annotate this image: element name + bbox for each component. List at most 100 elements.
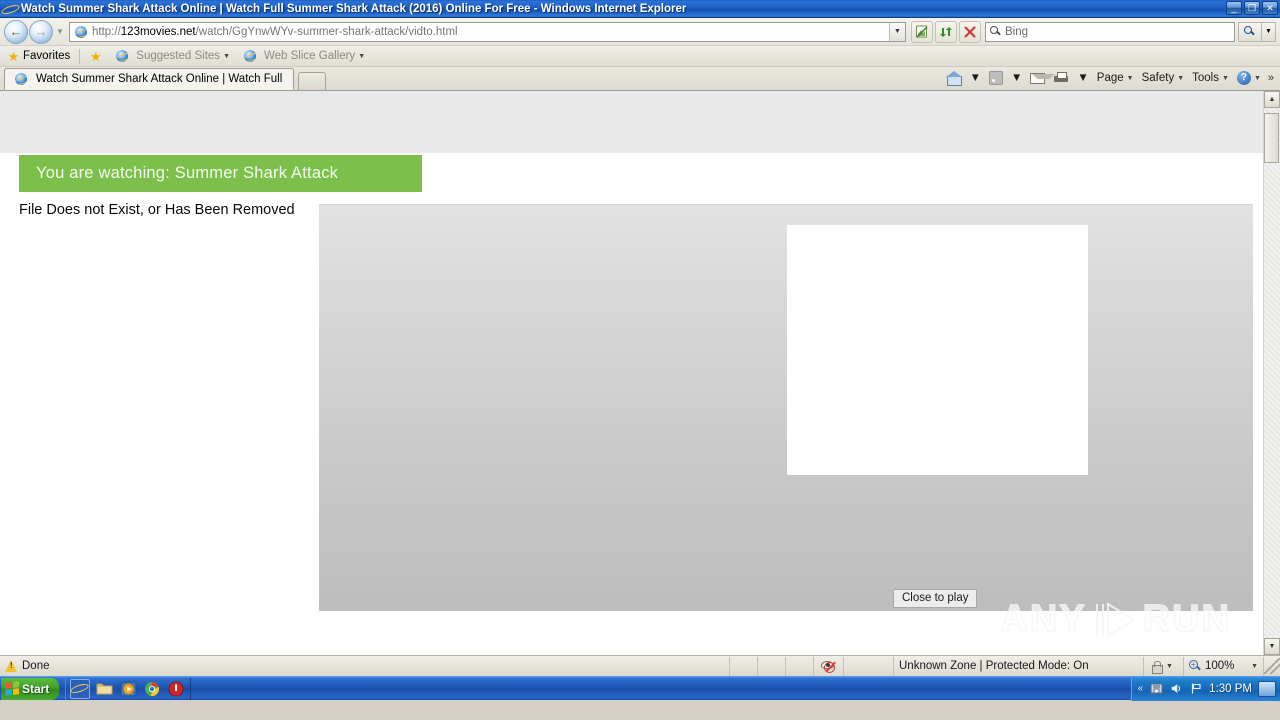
search-go-icon [1244,25,1256,38]
command-bar-overflow[interactable]: » [1266,72,1276,84]
chevron-down-icon: ▼ [223,52,230,60]
refresh-button[interactable] [935,20,957,43]
taskbar-item-google-chrome[interactable] [142,679,162,699]
warning-icon [5,660,18,672]
scroll-up-button[interactable]: ▲ [1264,91,1280,108]
file-missing-message: File Does not Exist, or Has Been Removed [19,202,295,218]
favorites-item-suggested-sites[interactable]: Suggested Sites ▼ [108,47,233,65]
page-menu[interactable]: Page ▼ [1094,69,1137,88]
chevron-down-icon: ▼ [1253,74,1261,82]
address-suffix: /watch/GgYnwWYv-summer-shark-attack/vidt… [195,25,458,38]
minimize-button[interactable]: _ [1226,1,1242,15]
forward-button[interactable]: → [29,19,53,44]
web-slice-gallery-label: Web Slice Gallery [264,50,356,62]
video-player-area[interactable]: Close to play [319,204,1253,611]
tools-menu[interactable]: Tools ▼ [1189,69,1232,88]
read-mail-button[interactable] [1027,69,1056,88]
tab-active[interactable]: Watch Summer Shark Attack Online | Watch… [4,68,294,90]
favorites-label: Favorites [23,50,71,62]
search-go-button[interactable] [1238,21,1262,42]
favorites-bar: ★ Favorites ★ Suggested Sites ▼ Web Slic… [0,46,1280,67]
start-button[interactable]: Start [1,677,60,700]
window-controls: _ ❐ ✕ [1226,1,1278,15]
security-zone-cell[interactable]: Unknown Zone | Protected Mode: On [894,656,1144,676]
rss-feed-icon [989,71,1004,85]
page-menu-label: Page [1096,72,1124,84]
status-message-cell: Done [0,656,730,676]
address-bar[interactable]: http://123movies.net/watch/GgYnwWYv-summ… [69,21,906,42]
page-content: You are watching: Summer Shark Attack Fi… [0,91,1263,655]
security-zone-text: Unknown Zone | Protected Mode: On [899,660,1089,672]
address-text: http://123movies.net/watch/GgYnwWYv-summ… [92,26,458,38]
now-watching-banner: You are watching: Summer Shark Attack [19,155,422,192]
mail-icon [1030,72,1056,84]
protected-mode-indicator[interactable]: ▼ [1144,656,1184,676]
refresh-icon [940,26,952,37]
taskbar-item-windows-explorer[interactable] [94,679,114,699]
maximize-button[interactable]: ❐ [1244,1,1260,15]
close-button[interactable]: ✕ [1262,1,1278,15]
stop-icon [964,25,976,38]
help-button[interactable]: ? ▼ [1234,69,1264,88]
close-to-play-button[interactable]: Close to play [893,589,978,608]
tab-label: Watch Summer Shark Attack Online | Watch… [36,73,285,85]
quick-launch-bar [65,677,192,700]
print-dropdown[interactable]: ▼ [1074,69,1091,88]
start-label: Start [22,681,50,696]
status-cell-2 [758,656,786,676]
address-dropdown-icon[interactable]: ▼ [889,22,905,41]
browser-viewport: You are watching: Summer Shark Attack Fi… [0,91,1280,655]
favorites-item-web-slice-gallery[interactable]: Web Slice Gallery ▼ [236,47,368,65]
new-tab-button[interactable] [298,72,326,90]
recent-pages-caret[interactable]: ▼ [54,27,66,36]
printer-icon [1053,71,1069,85]
status-message: Done [22,660,50,672]
status-cell-3 [786,656,814,676]
tab-favicon-icon [13,71,29,87]
search-box[interactable]: Bing [985,21,1235,42]
volume-icon[interactable] [1169,682,1183,696]
favorites-button[interactable]: ★ Favorites [4,47,73,65]
compatibility-view-button[interactable] [911,20,933,43]
taskbar-item-internet-explorer[interactable] [70,678,91,699]
windows-taskbar: Start « 1:30 PM [0,676,1280,701]
print-button[interactable] [1050,69,1072,88]
web-slice-gallery-icon [242,48,258,64]
back-button[interactable]: ← [4,19,28,44]
search-provider-dropdown[interactable]: ▼ [1262,21,1276,42]
stop-button[interactable] [959,20,981,43]
safely-remove-hardware-icon[interactable] [1149,682,1163,696]
chevron-down-icon: ▼ [1166,662,1173,670]
safety-menu-label: Safety [1141,72,1175,84]
star-add-icon: ★ [89,48,102,64]
resize-grip[interactable] [1264,658,1280,674]
feeds-dropdown[interactable]: ▼ [1008,69,1025,88]
page-vertical-scrollbar[interactable]: ▲ ▼ [1263,91,1280,655]
zoom-control[interactable]: + 100% ▼ [1184,656,1264,676]
privacy-report-button[interactable] [814,656,844,676]
suggested-sites-icon [114,48,130,64]
privacy-blocked-icon [820,659,838,674]
address-prefix: http:// [92,25,121,38]
zoom-level-label: 100% [1205,660,1235,672]
scroll-track[interactable] [1264,108,1280,638]
taskbar-item-media-player[interactable] [118,679,138,699]
show-hidden-icons-button[interactable]: « [1138,683,1144,694]
home-dropdown[interactable]: ▼ [967,69,984,88]
feeds-button[interactable] [986,69,1006,88]
add-to-favorites-bar-button[interactable]: ★ [86,47,105,65]
chevron-down-icon: ▼ [358,52,366,60]
taskbar-item-red-shield-app[interactable] [166,679,186,699]
lock-icon [1149,660,1163,674]
network-flag-icon[interactable] [1189,682,1203,696]
scroll-down-button[interactable]: ▼ [1264,638,1280,655]
tab-bar: Watch Summer Shark Attack Online | Watch… [0,67,1280,91]
safety-menu[interactable]: Safety ▼ [1139,69,1188,88]
search-placeholder: Bing [1005,25,1029,38]
show-desktop-button[interactable] [1258,680,1276,697]
favorites-divider [79,48,81,64]
home-button[interactable] [943,69,965,88]
scroll-thumb[interactable] [1264,113,1279,163]
taskbar-clock[interactable]: 1:30 PM [1209,683,1252,695]
command-bar: ▼ ▼ ▼ Page ▼ Safety ▼ Tools ▼ ? ▼ » [943,68,1276,88]
